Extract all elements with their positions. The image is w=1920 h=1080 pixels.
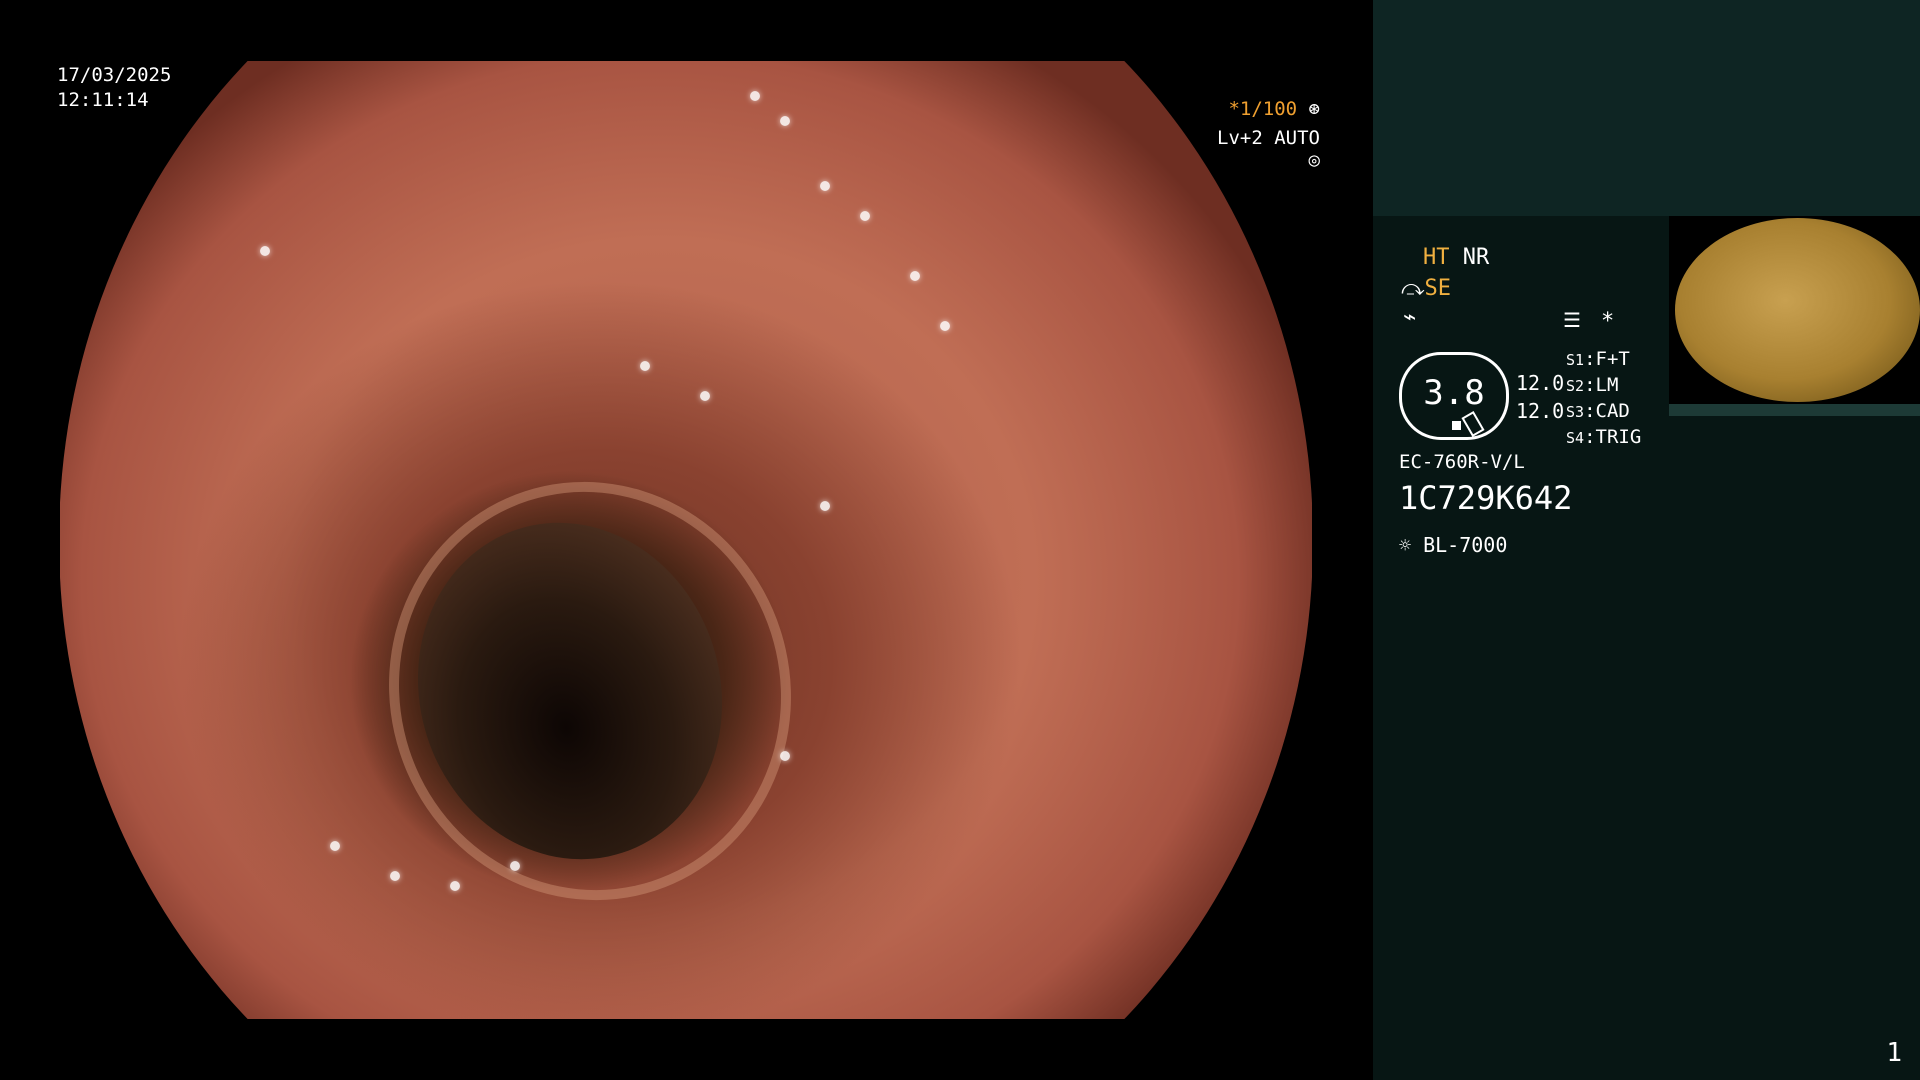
- sword-icon: ⤼: [1401, 276, 1425, 301]
- specular-highlight: [820, 501, 830, 511]
- thumbnail-image: [1675, 218, 1920, 402]
- ht-label: HT: [1423, 245, 1450, 270]
- panel-header-area: [1373, 0, 1920, 216]
- specular-highlight: [940, 321, 950, 331]
- specular-highlight: [860, 211, 870, 221]
- gauge-marker: [1452, 421, 1461, 430]
- iris-icon: ◎: [1308, 149, 1320, 171]
- gauge-indicator: 3.8: [1399, 352, 1509, 440]
- settings-list-icon: ☰: [1563, 308, 1581, 332]
- specular-highlight: [700, 391, 710, 401]
- star-label: *: [1601, 309, 1615, 334]
- date-text: 17/03/2025: [57, 64, 172, 86]
- slot-item: S2:LM: [1566, 374, 1619, 396]
- timestamp: 17/03/2025 12:11:14: [57, 63, 171, 113]
- specular-highlight: [910, 271, 920, 281]
- slot-item: S3:CAD: [1566, 400, 1630, 422]
- slot-item: S1:F+T: [1566, 348, 1630, 370]
- specular-highlight: [510, 861, 520, 871]
- specular-highlight: [750, 91, 760, 101]
- specular-highlight: [820, 181, 830, 191]
- gauge-value: 3.8: [1423, 373, 1485, 413]
- reference-thumbnail[interactable]: [1669, 216, 1920, 404]
- shutter-value: 1/100: [1239, 98, 1298, 120]
- endoscope-view-area: 17/03/2025 12:11:14 *1/100 ⊛ Lv+2 AUTO ◎: [0, 0, 1373, 1080]
- info-panel: HT NR ⤼SE ⌁ ☰ * 3.8 12.0 12.0 S1:F+T S2:…: [1373, 0, 1920, 1080]
- specular-highlight: [390, 871, 400, 881]
- lightning-icon: ⌁: [1403, 305, 1417, 330]
- thumbnail-bar: [1669, 404, 1920, 416]
- specular-highlight: [780, 116, 790, 126]
- shutter-prefix: *: [1228, 98, 1240, 120]
- gauge-needle: [1461, 410, 1485, 438]
- light-source: BL-7000: [1423, 533, 1508, 557]
- endoscopic-image: [60, 61, 1312, 1019]
- se-row: ⤼SE: [1401, 275, 1451, 303]
- slot-list: S1:F+T S2:LM S3:CAD S4:TRIG: [1566, 347, 1641, 451]
- specular-highlight: [640, 361, 650, 371]
- specular-highlight: [260, 246, 270, 256]
- aperture-icon: ⊛: [1308, 98, 1320, 120]
- nr-label: NR: [1462, 245, 1490, 270]
- ht-nr-row: HT NR: [1423, 244, 1489, 272]
- specular-highlight: [780, 751, 790, 761]
- light-source-row: ☼ BL-7000: [1399, 531, 1507, 559]
- specular-highlight: [330, 841, 340, 851]
- lamp-icon: ☼: [1399, 533, 1412, 557]
- shutter-speed: *1/100 ⊛: [1195, 98, 1320, 120]
- specular-highlight: [450, 881, 460, 891]
- se-label: SE: [1424, 276, 1452, 301]
- level-text: Lv+2 AUTO: [1217, 127, 1320, 149]
- scope-model: EC-760R-V/L: [1399, 451, 1525, 473]
- value-1: 12.0: [1516, 371, 1565, 395]
- page-number: 1: [1886, 1038, 1902, 1068]
- slot-item: S4:TRIG: [1566, 426, 1642, 448]
- brightness-level: Lv+2 AUTO ◎: [1195, 127, 1320, 171]
- time-text: 12:11:14: [57, 89, 149, 111]
- scope-serial: 1C729K642: [1399, 479, 1573, 517]
- value-2: 12.0: [1516, 399, 1565, 423]
